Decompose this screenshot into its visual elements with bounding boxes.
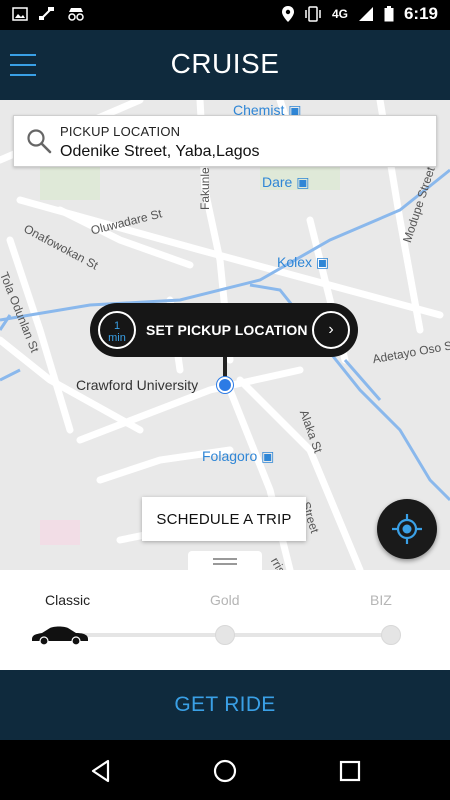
drag-handle[interactable]	[188, 551, 262, 571]
ride-knob-biz[interactable]	[381, 625, 401, 645]
set-pickup-location-button[interactable]: 1 min SET PICKUP LOCATION ›	[90, 303, 358, 357]
pickup-value: Odenike Street, Yaba,Lagos	[60, 143, 260, 160]
poi-dare: Dare ▣	[262, 174, 309, 191]
set-pickup-label: SET PICKUP LOCATION	[146, 322, 308, 338]
image-icon	[12, 7, 28, 21]
ride-type-selector: Classic Gold BIZ	[0, 570, 450, 670]
clock: 6:19	[403, 4, 438, 23]
my-location-button[interactable]	[377, 499, 437, 559]
eta-badge: 1 min	[98, 311, 136, 349]
location-icon	[281, 6, 294, 22]
pickup-label: PICKUP LOCATION	[60, 124, 181, 139]
shop-icon: ▣	[261, 448, 275, 464]
my-location-icon	[392, 514, 422, 544]
poi-label: Dare	[262, 174, 293, 190]
poi-label: Kolex	[277, 254, 313, 270]
signal-icon	[358, 7, 373, 21]
status-bar: 4G 6:19	[0, 0, 450, 30]
ride-knob-gold[interactable]	[215, 625, 235, 645]
ride-option-biz[interactable]: BIZ	[370, 592, 392, 608]
chevron-right-icon[interactable]: ›	[312, 311, 350, 349]
poi-crawford: Crawford University	[76, 377, 199, 393]
ride-option-gold[interactable]: Gold	[210, 592, 240, 608]
app-title: CRUISE	[170, 48, 280, 79]
ride-option-classic[interactable]: Classic	[45, 592, 90, 608]
shop-icon: ▣	[315, 254, 330, 270]
back-icon[interactable]	[88, 758, 114, 784]
android-nav-bar	[0, 740, 450, 800]
get-ride-button[interactable]: GET RIDE	[0, 670, 450, 740]
incognito-icon	[68, 8, 84, 21]
eta-unit: min	[108, 332, 126, 344]
pickup-location-field[interactable]: PICKUP LOCATION Odenike Street, Yaba,Lag…	[13, 115, 437, 167]
map-pin-icon	[217, 377, 233, 393]
poi-folagoro: Folagoro ▣	[202, 448, 274, 465]
satellite-icon	[39, 7, 54, 20]
car-icon[interactable]	[30, 623, 90, 645]
poi-kolex: Kolex ▣	[277, 254, 329, 271]
eta-number: 1	[113, 320, 121, 332]
poi-label: Folagoro	[202, 448, 258, 464]
home-icon[interactable]	[212, 758, 238, 784]
search-icon	[27, 129, 52, 154]
app-header: CRUISE	[0, 30, 450, 100]
vibrate-icon	[305, 6, 321, 22]
network-type: 4G	[331, 7, 348, 21]
shop-icon: ▣	[296, 174, 310, 190]
schedule-trip-button[interactable]: SCHEDULE A TRIP	[142, 497, 306, 541]
recent-apps-icon[interactable]	[337, 758, 363, 784]
battery-icon	[384, 6, 394, 22]
